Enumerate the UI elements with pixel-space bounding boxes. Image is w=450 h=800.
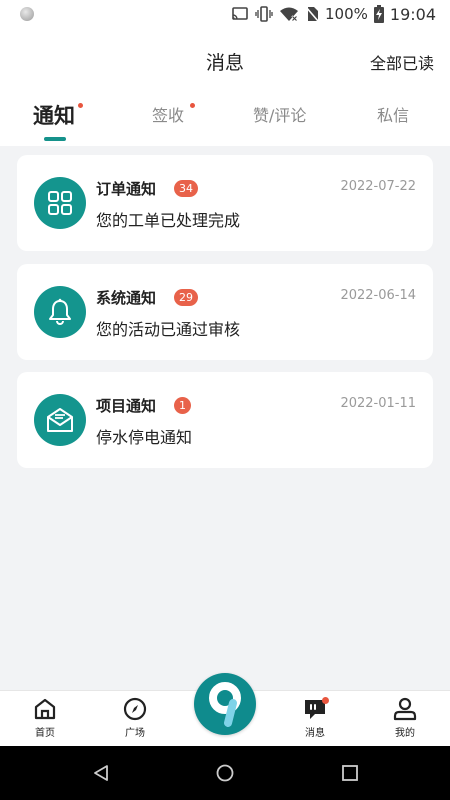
back-icon[interactable] [92,764,110,782]
battery-percentage: 100% [325,5,368,23]
tab-sign-receipt-unread-dot [190,103,195,108]
nav-mine[interactable]: 我的 [375,697,435,739]
bell-icon [34,286,86,338]
tab-sign-receipt[interactable]: 签收 [152,102,184,126]
nav-label: 首页 [35,728,55,739]
notification-title: 系统通知 [96,289,157,307]
tab-label: 私信 [377,106,410,125]
active-tab-indicator [44,137,66,141]
notification-preview: 您的工单已处理完成 [96,211,241,230]
unread-count-badge: 34 [174,180,198,197]
home-icon [34,698,56,720]
nav-messages[interactable]: 消息 [285,697,345,739]
tab-likes-comments[interactable]: 赞/评论 [253,102,306,126]
notification-date: 2022-07-22 [340,179,416,194]
compass-icon [123,697,147,721]
recents-icon[interactable] [341,764,359,782]
nav-label: 我的 [395,728,415,739]
status-icons: 100% 19:04 [231,5,436,24]
nav-label: 广场 [125,728,145,739]
user-icon [393,697,417,721]
nav-square[interactable]: 广场 [105,697,165,739]
notification-date: 2022-06-14 [340,288,416,303]
notification-preview: 停水停电通知 [96,428,193,447]
app-logo-9-icon [209,682,241,727]
notification-date: 2022-01-11 [340,396,416,411]
unread-count-badge: 29 [174,289,198,306]
notification-dot-icon [20,7,34,21]
mark-all-read-button[interactable]: 全部已读 [370,50,434,74]
battery-charging-icon [373,5,384,23]
tab-bar: 通知 签收 赞/评论 私信 [0,92,450,146]
tab-private-messages[interactable]: 私信 [377,102,409,126]
notification-title: 订单通知 [96,180,157,198]
no-sim-icon [305,6,319,22]
notification-card-system[interactable]: 系统通知 29 2022-06-14 您的活动已通过审核 [17,264,433,360]
bottom-navigation: 首页 广场 消息 我的 [0,673,450,746]
notification-title: 项目通知 [96,397,157,415]
nav-messages-unread-dot [322,697,329,704]
notification-preview: 您的活动已通过审核 [96,320,241,339]
tab-notifications-unread-dot [78,103,83,108]
tab-label: 签收 [152,106,185,125]
header: 消息 全部已读 [0,28,450,92]
center-action-button[interactable] [194,673,256,735]
tab-label: 通知 [33,104,75,128]
grid-icon [34,177,86,229]
wifi-off-icon [280,7,298,22]
vibrate-icon [255,6,273,22]
status-bar: 100% 19:04 [0,0,450,28]
mail-open-icon [34,394,86,446]
notification-card-order[interactable]: 订单通知 34 2022-07-22 您的工单已处理完成 [17,155,433,251]
nav-label: 消息 [305,728,325,739]
cast-icon [232,7,248,20]
unread-count-badge: 1 [174,397,191,414]
tab-notifications[interactable]: 通知 [33,100,75,130]
notification-card-project[interactable]: 项目通知 1 2022-01-11 停水停电通知 [17,372,433,468]
nav-home[interactable]: 首页 [15,697,75,739]
home-circle-icon[interactable] [216,764,234,782]
system-navigation-bar [0,746,450,800]
tab-label: 赞/评论 [253,106,307,125]
clock: 19:04 [389,4,436,24]
